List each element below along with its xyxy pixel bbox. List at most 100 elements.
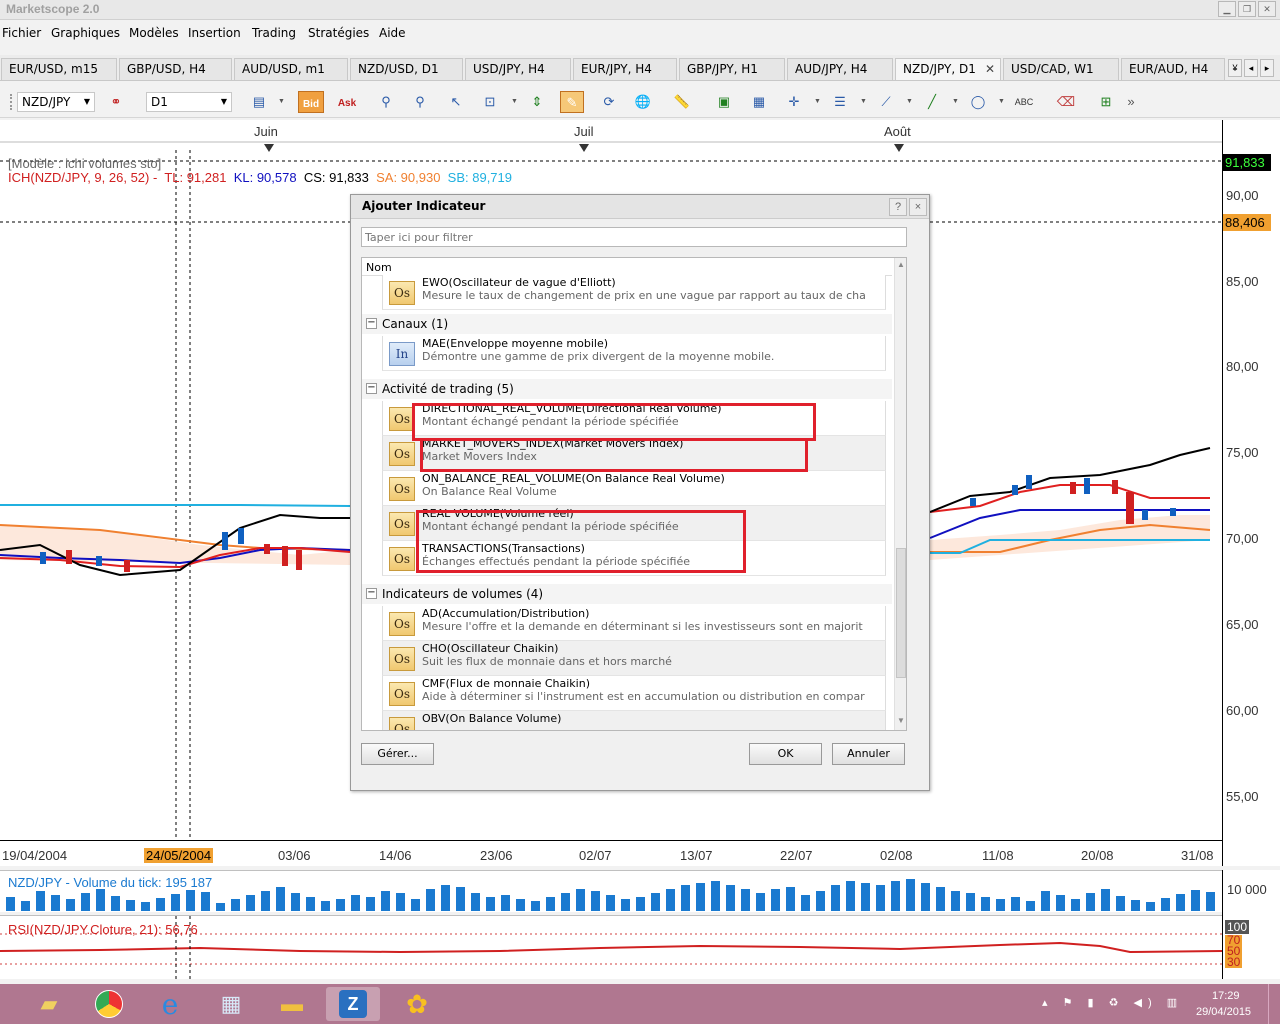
fit-icon[interactable]: ⇕ bbox=[525, 91, 549, 113]
close-window-button[interactable]: ✕ bbox=[1258, 1, 1276, 17]
indicator-list[interactable]: Nom Os EWO(Oscillateur de vague d'Elliot… bbox=[361, 257, 907, 731]
indicator-item-on-balance-real-volume[interactable]: Os ON_BALANCE_REAL_VOLUME(On Balance Rea… bbox=[382, 471, 886, 506]
tab-eurusd-m15[interactable]: EUR/USD, m15 bbox=[1, 58, 117, 80]
filter-input[interactable] bbox=[361, 227, 907, 247]
eraser-icon[interactable]: ⌫ bbox=[1054, 91, 1078, 113]
collapse-icon[interactable]: − bbox=[366, 383, 377, 394]
control-panel-icon[interactable]: ▦ bbox=[204, 987, 258, 1021]
menu-aide[interactable]: Aide bbox=[379, 26, 406, 40]
volume-bar bbox=[1011, 897, 1020, 911]
group-activite-de-trading[interactable]: − Activité de trading (5) bbox=[362, 379, 892, 399]
system-tray-icons[interactable]: ▴ ⚑ ▮ ♻ ◀) ▥ bbox=[1042, 996, 1183, 1009]
indicator-item-cmf[interactable]: Os CMF(Flux de monnaie Chaikin) Aide à d… bbox=[382, 676, 886, 711]
scroll-up-icon[interactable]: ▲ bbox=[897, 260, 905, 269]
tab-gbpusd-h4[interactable]: GBP/USD, H4 bbox=[119, 58, 232, 80]
symbol-select[interactable]: NZD/JPY ▼ bbox=[17, 92, 95, 112]
price-axis[interactable]: 91,833 90,00 88,406 85,00 80,00 75,00 70… bbox=[1222, 120, 1280, 866]
refresh-icon[interactable]: ⟳ bbox=[597, 91, 621, 113]
internet-explorer-icon[interactable]: e bbox=[143, 987, 197, 1021]
list-scrollbar[interactable]: ▲ ▼ bbox=[894, 258, 906, 730]
lines-icon[interactable]: ☰ bbox=[828, 91, 852, 113]
line-draw-icon[interactable]: ╱ bbox=[920, 91, 944, 113]
rsi-panel[interactable]: RSI(NZD/JPY.Cloture, 21): 56,76 bbox=[0, 915, 1222, 980]
zoom-box-icon[interactable]: ⊡ bbox=[478, 91, 502, 113]
hierarchy-icon[interactable]: ⊞ bbox=[1094, 91, 1118, 113]
cancel-button[interactable]: Annuler bbox=[832, 743, 905, 765]
volume-bar bbox=[711, 881, 720, 911]
dialog-close-button[interactable]: × bbox=[909, 198, 927, 216]
menu-graphiques[interactable]: Graphiques bbox=[51, 26, 120, 40]
indicator-item-mae[interactable]: In MAE(Enveloppe moyenne mobile) Démontr… bbox=[382, 336, 886, 371]
indicator-item-ad[interactable]: Os AD(Accumulation/Distribution) Mesure … bbox=[382, 606, 886, 641]
marketscope-icon[interactable]: Z bbox=[326, 987, 380, 1021]
file-explorer-icon[interactable]: ▬ bbox=[265, 987, 319, 1021]
indicator-item-ewo[interactable]: Os EWO(Oscillateur de vague d'Elliott) M… bbox=[382, 275, 886, 310]
ask-button[interactable]: Ask bbox=[334, 91, 360, 113]
tab-nzdusd-d1[interactable]: NZD/USD, D1 bbox=[350, 58, 463, 80]
candle bbox=[1012, 485, 1018, 495]
volume-bar bbox=[981, 897, 990, 911]
ellipse-icon[interactable]: ◯ bbox=[966, 91, 990, 113]
group-indicateurs-de-volumes[interactable]: − Indicateurs de volumes (4) bbox=[362, 584, 892, 604]
scroll-thumb[interactable] bbox=[896, 548, 906, 678]
menu-strategies[interactable]: Stratégies bbox=[308, 26, 369, 40]
manage-button[interactable]: Gérer... bbox=[361, 743, 434, 765]
toolbar-more-icon[interactable]: » bbox=[1124, 91, 1138, 113]
date-tick: 23/06 bbox=[480, 848, 513, 863]
ok-button[interactable]: OK bbox=[749, 743, 822, 765]
candle bbox=[96, 556, 102, 566]
volume-panel[interactable]: NZD/JPY - Volume du tick: 195 187 bbox=[0, 870, 1222, 912]
crosshair-icon[interactable]: ✛ bbox=[782, 91, 806, 113]
price-tick: 70,00 bbox=[1226, 531, 1259, 546]
column-header-name[interactable]: Nom bbox=[362, 258, 892, 276]
tab-euraud-h4[interactable]: EUR/AUD, H4 bbox=[1121, 58, 1225, 80]
tab-audjpy-h4[interactable]: AUD/JPY, H4 bbox=[787, 58, 893, 80]
zoom-in-icon[interactable]: ⚲ bbox=[374, 91, 398, 113]
indicator-item-cho[interactable]: Os CHO(Oscillateur Chaikin) Suit les flu… bbox=[382, 641, 886, 676]
tab-usdcad-w1[interactable]: USD/CAD, W1 bbox=[1003, 58, 1119, 80]
collapse-icon[interactable]: − bbox=[366, 318, 377, 329]
maximize-button[interactable]: ❐ bbox=[1238, 1, 1256, 17]
volume-bar bbox=[1146, 902, 1155, 911]
menu-modeles[interactable]: Modèles bbox=[129, 26, 179, 40]
bid-button[interactable]: Bid bbox=[298, 91, 324, 113]
group-canaux[interactable]: − Canaux (1) bbox=[362, 314, 892, 334]
image-icon[interactable]: ▣ bbox=[712, 91, 736, 113]
indicator-item-obv[interactable]: Os OBV(On Balance Volume) bbox=[382, 711, 886, 730]
tab-nzdjpy-d1[interactable]: NZD/JPY, D1 ✕ bbox=[895, 58, 1001, 80]
tab-scroll-right-icon[interactable]: ▸ bbox=[1260, 59, 1274, 77]
flower-app-icon[interactable]: ✿ bbox=[390, 987, 444, 1021]
volume-bar bbox=[1101, 889, 1110, 911]
chart-grid-icon[interactable]: ▦ bbox=[747, 91, 771, 113]
zoom-out-icon[interactable]: ⚲ bbox=[408, 91, 432, 113]
template-icon[interactable]: ✎ bbox=[560, 91, 584, 113]
timeframe-select[interactable]: D1 ▼ bbox=[146, 92, 232, 112]
chrome-icon[interactable] bbox=[82, 987, 136, 1021]
menu-insertion[interactable]: Insertion bbox=[188, 26, 241, 40]
trendline-icon[interactable]: ⟋ bbox=[874, 91, 898, 113]
tab-audusd-m1[interactable]: AUD/USD, m1 bbox=[234, 58, 348, 80]
collapse-icon[interactable]: − bbox=[366, 588, 377, 599]
text-tool-icon[interactable]: ABC bbox=[1012, 91, 1036, 113]
minimize-button[interactable]: ▁ bbox=[1218, 1, 1236, 17]
candle bbox=[1026, 475, 1032, 489]
cursor-icon[interactable]: ↖ bbox=[444, 91, 468, 113]
chart-type-icon[interactable]: ▤ bbox=[247, 91, 271, 113]
folder-libraries-icon[interactable]: ▰ bbox=[22, 987, 76, 1021]
sb-value: SB: 89,719 bbox=[447, 170, 512, 185]
tab-list-icon[interactable]: ¥ bbox=[1228, 59, 1242, 77]
show-desktop-button[interactable] bbox=[1268, 984, 1280, 1024]
menu-fichier[interactable]: Fichier bbox=[2, 26, 41, 40]
tab-usdjpy-h4[interactable]: USD/JPY, H4 bbox=[465, 58, 571, 80]
help-button[interactable]: ? bbox=[889, 198, 907, 216]
link-icon[interactable]: ⚭ bbox=[104, 91, 128, 113]
tab-eurjpy-h4[interactable]: EUR/JPY, H4 bbox=[573, 58, 677, 80]
globe-icon[interactable]: 🌐 bbox=[631, 91, 655, 113]
menu-trading[interactable]: Trading bbox=[252, 26, 296, 40]
scroll-down-icon[interactable]: ▼ bbox=[897, 716, 905, 725]
volume-bar bbox=[756, 893, 765, 911]
close-tab-icon[interactable]: ✕ bbox=[985, 62, 995, 76]
tab-scroll-left-icon[interactable]: ◂ bbox=[1244, 59, 1258, 77]
tab-gbpjpy-h1[interactable]: GBP/JPY, H1 bbox=[679, 58, 785, 80]
ruler-icon[interactable]: 📏 bbox=[670, 91, 694, 113]
